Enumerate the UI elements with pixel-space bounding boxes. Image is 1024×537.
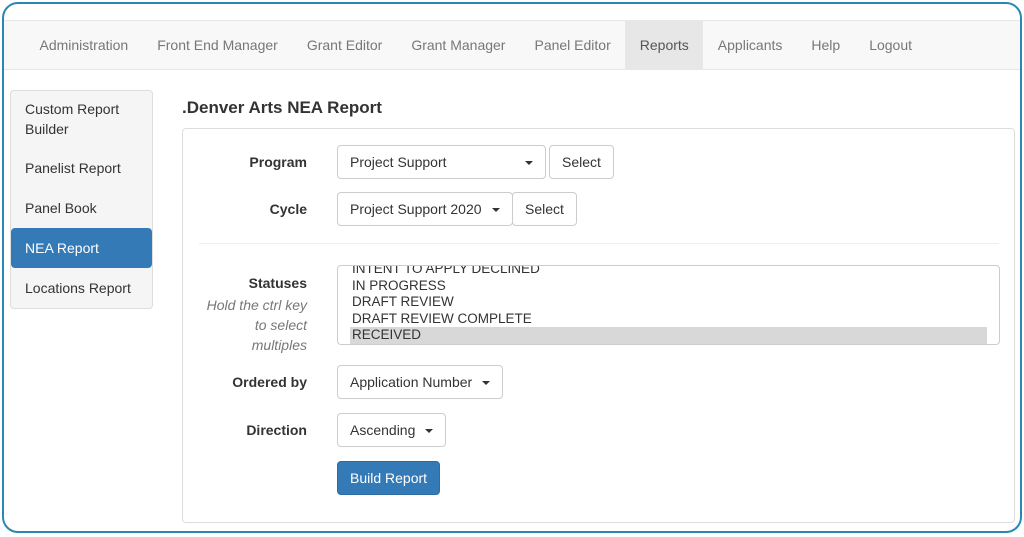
program-dropdown[interactable]: Project Support [337,145,546,179]
statuses-label: Statuses [248,275,307,291]
page-title: .Denver Arts NEA Report [182,98,382,117]
program-label: Program [249,154,307,170]
caret-down-icon [482,381,491,386]
caret-down-icon [425,429,434,434]
ordered-by-dropdown[interactable]: Application Number [337,365,504,399]
cycle-label: Cycle [269,201,307,217]
divider [199,243,999,244]
nav-reports[interactable]: Reports [625,21,704,69]
statuses-multiselect[interactable]: INTENT TO APPLY DECLINED IN PROGRESS DRA… [337,265,1000,345]
sidebar: Custom Report Builder Panelist Report Pa… [10,90,153,309]
nav-grant-editor[interactable]: Grant Editor [292,21,396,69]
status-option[interactable]: DRAFT REVIEW [350,294,987,311]
direction-dropdown[interactable]: Ascending [337,413,447,447]
cycle-value: Project Support 2020 [350,201,482,217]
direction-label: Direction [246,422,307,438]
nav-grant-manager[interactable]: Grant Manager [397,21,520,69]
program-select-button[interactable]: Select [549,145,614,179]
sidebar-item-locations-report[interactable]: Locations Report [11,268,152,308]
build-report-button[interactable]: Build Report [337,461,441,495]
cycle-dropdown[interactable]: Project Support 2020 [337,192,513,226]
nav-panel-editor[interactable]: Panel Editor [520,21,625,69]
status-option[interactable]: DRAFT REVIEW COMPLETE [350,311,987,328]
status-option-selected[interactable]: RECEIVED [350,327,987,344]
direction-value: Ascending [350,422,416,438]
top-nav: Administration Front End Manager Grant E… [4,20,1020,70]
cycle-select-button[interactable]: Select [512,192,577,226]
caret-down-icon [525,161,533,165]
nav-applicants[interactable]: Applicants [703,21,797,69]
status-option[interactable]: INTENT TO APPLY DECLINED [350,266,987,278]
nav-logout[interactable]: Logout [855,21,927,69]
ordered-by-label: Ordered by [232,374,307,390]
program-value: Project Support [350,154,447,170]
nav-front-end-manager[interactable]: Front End Manager [143,21,293,69]
nav-help[interactable]: Help [797,21,855,69]
nav-administration[interactable]: Administration [25,21,143,69]
sidebar-item-nea-report[interactable]: NEA Report [11,228,152,268]
sidebar-item-custom-report-builder[interactable]: Custom Report Builder [11,91,152,148]
sidebar-item-panelist-report[interactable]: Panelist Report [11,148,152,188]
sidebar-item-panel-book[interactable]: Panel Book [11,188,152,228]
ordered-by-value: Application Number [350,374,473,390]
app-frame: Administration Front End Manager Grant E… [2,2,1022,533]
status-option[interactable]: IN PROGRESS [350,278,987,295]
report-form: Program Project Support Select Cycle Pro… [182,128,1015,523]
statuses-help-text: Hold the ctrl key to select multiples [206,297,307,353]
caret-down-icon [491,208,500,213]
